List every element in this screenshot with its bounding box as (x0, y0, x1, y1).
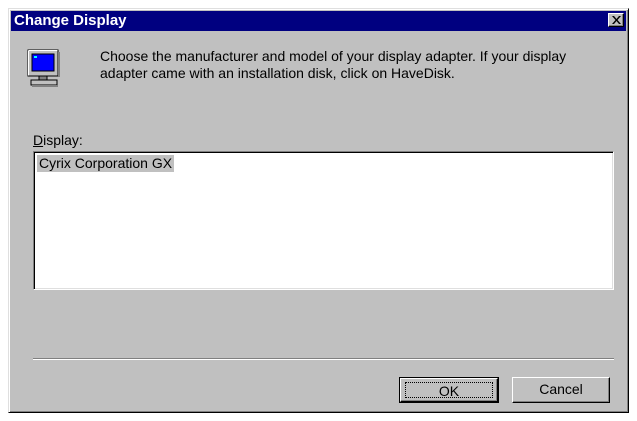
separator (33, 358, 614, 360)
title-bar[interactable]: Change Display (11, 11, 626, 31)
display-list-label: Display: (33, 132, 83, 148)
list-item[interactable]: Cyrix Corporation GX (37, 155, 175, 172)
instruction-text: Choose the manufacturer and model of you… (100, 48, 567, 81)
close-icon (612, 16, 621, 24)
close-button[interactable] (608, 13, 624, 27)
ok-button[interactable]: OK (399, 377, 499, 403)
display-label-accelerator: D (33, 132, 44, 148)
monitor-icon (27, 49, 60, 87)
change-display-dialog: Change Display Choose the manufacturer a… (8, 8, 629, 413)
display-listbox[interactable]: Cyrix Corporation GX (33, 151, 614, 290)
window-title: Change Display (14, 12, 127, 29)
ok-button-label: OK (405, 382, 493, 399)
ok-button-bevel: OK (400, 378, 498, 402)
display-label-text: isplay: (43, 132, 83, 148)
cancel-button[interactable]: Cancel (512, 377, 610, 403)
